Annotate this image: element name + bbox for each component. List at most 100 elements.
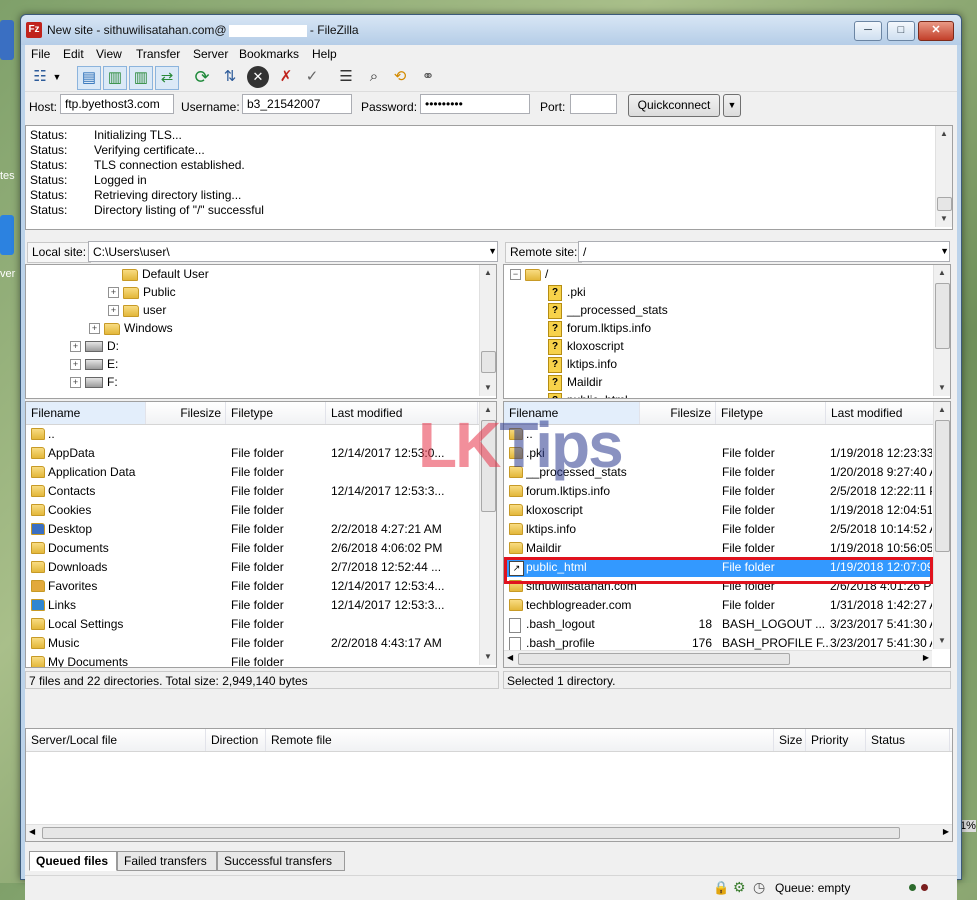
site-manager-icon[interactable]: ☷ <box>29 66 51 88</box>
column-last-modified[interactable]: Last modified <box>826 402 934 424</box>
scroll-right-icon[interactable]: ▶ <box>943 827 949 836</box>
local-path-input[interactable] <box>88 241 498 262</box>
desktop-icon-top[interactable] <box>0 20 14 60</box>
table-row[interactable]: techblogreader.com File folder 1/31/2018 1… <box>504 596 932 615</box>
queue-hscrollbar[interactable]: ◀ ▶ <box>26 824 952 841</box>
remote-path-input[interactable] <box>578 241 950 262</box>
scroll-up-icon[interactable]: ▲ <box>936 126 952 142</box>
local-tree-scroll-thumb[interactable] <box>481 351 496 373</box>
menu-server[interactable]: Server <box>193 47 228 61</box>
expand-icon[interactable]: + <box>70 359 81 371</box>
table-row[interactable]: AppData File folder 12/14/2017 12:53:0... <box>26 444 478 463</box>
maximize-button[interactable]: □ <box>887 21 915 41</box>
desktop-icon-mid[interactable] <box>0 215 14 255</box>
remote-list-scroll-thumb[interactable] <box>935 420 950 552</box>
tree-node[interactable]: + Windows <box>89 319 173 337</box>
table-row[interactable]: My Documents File folder <box>26 653 478 667</box>
queue-hscroll-thumb[interactable] <box>42 827 900 839</box>
tree-node[interactable]: + Public <box>108 283 176 301</box>
table-row[interactable]: Application Data File folder <box>26 463 478 482</box>
tree-node[interactable]: ? kloxoscript <box>548 337 624 355</box>
table-row[interactable]: .bash_logout 18 BASH_LOGOUT ... 3/23/2017 5… <box>504 615 932 634</box>
scroll-down-icon[interactable]: ▼ <box>480 649 496 665</box>
tree-node[interactable]: Default User <box>122 265 209 283</box>
site-manager-dropdown-icon[interactable]: ▼ <box>51 66 63 88</box>
directory-comparison-icon[interactable]: ⌕ <box>363 66 385 88</box>
table-row[interactable]: Maildir File folder 1/19/2018 10:56:05 <box>504 539 932 558</box>
directory-filter-icon[interactable]: ☰ <box>335 66 357 88</box>
table-row[interactable]: Music File folder 2/2/2018 4:43:17 AM <box>26 634 478 653</box>
toggle-remote-tree-icon[interactable]: ▥ <box>129 66 153 90</box>
cancel-operation-icon[interactable]: ✕ <box>247 66 269 88</box>
column-filesize[interactable]: Filesize <box>640 402 716 424</box>
remote-list-scrollbar[interactable]: ▲ ▼ <box>933 402 950 649</box>
host-input[interactable] <box>60 94 174 114</box>
tab-queued-files[interactable]: Queued files <box>29 851 117 871</box>
port-input[interactable] <box>570 94 617 114</box>
remote-path-dropdown-icon[interactable]: ▼ <box>940 246 949 256</box>
column-status[interactable]: Status <box>866 729 950 751</box>
synchronized-browsing-icon[interactable]: ⟲ <box>389 66 411 88</box>
scroll-up-icon[interactable]: ▲ <box>934 402 950 418</box>
scroll-up-icon[interactable]: ▲ <box>480 265 496 281</box>
table-row[interactable]: Desktop File folder 2/2/2018 4:27:21 AM <box>26 520 478 539</box>
tree-node[interactable]: ? __processed_stats <box>548 301 668 319</box>
scroll-down-icon[interactable]: ▼ <box>934 633 950 649</box>
title-bar[interactable]: Fz New site - sithuwilisatahan.com@ - Fi… <box>21 15 961 45</box>
column-filesize[interactable]: Filesize <box>146 402 226 424</box>
column-priority[interactable]: Priority <box>806 729 866 751</box>
column-filename[interactable]: Filename <box>26 402 146 424</box>
column-size[interactable]: Size <box>774 729 806 751</box>
expand-icon[interactable]: + <box>108 287 119 299</box>
reconnect-icon[interactable]: ✓ <box>301 66 323 88</box>
tree-node[interactable]: ?public_html <box>548 391 628 398</box>
table-row[interactable]: Downloads File folder 2/7/2018 12:52:44 ..… <box>26 558 478 577</box>
column-direction[interactable]: Direction <box>206 729 266 751</box>
local-tree-scrollbar[interactable]: ▲ ▼ <box>479 265 496 396</box>
minimize-button[interactable]: ─ <box>854 21 882 41</box>
process-queue-icon[interactable]: ⇅ <box>219 66 241 88</box>
log-scroll-thumb[interactable] <box>937 197 952 211</box>
toggle-message-log-icon[interactable]: ▤ <box>77 66 101 90</box>
table-row[interactable]: forum.lktips.info File folder 2/5/2018 12:… <box>504 482 932 501</box>
table-row[interactable]: Local Settings File folder <box>26 615 478 634</box>
table-row[interactable]: sithuwilisatahan.com File folder 2/6/2018 … <box>504 577 932 596</box>
expand-icon[interactable]: + <box>89 323 100 335</box>
scroll-up-icon[interactable]: ▲ <box>934 265 950 281</box>
tree-node[interactable]: + E: <box>70 355 118 373</box>
tab-successful-transfers[interactable]: Successful transfers <box>217 851 345 871</box>
close-button[interactable]: ✕ <box>918 21 954 41</box>
tree-node[interactable]: + D: <box>70 337 119 355</box>
tree-node[interactable]: − / <box>510 265 548 283</box>
settings-gear-icon[interactable]: ⚙ <box>733 879 746 896</box>
quickconnect-dropdown-button[interactable]: ▼ <box>723 94 741 117</box>
filezilla-app-icon[interactable]: Fz <box>26 22 42 38</box>
search-binoculars-icon[interactable]: ⚭ <box>417 66 439 88</box>
quickconnect-button[interactable]: Quickconnect <box>628 94 720 117</box>
tree-node[interactable]: ? Maildir <box>548 373 602 391</box>
expand-icon[interactable]: + <box>70 377 81 389</box>
scroll-right-icon[interactable]: ▶ <box>923 653 929 662</box>
remote-list-hscrollbar[interactable]: ◀ ▶ <box>504 650 932 667</box>
menu-bookmarks[interactable]: Bookmarks <box>239 47 299 61</box>
table-row-selected[interactable]: ↗ public_html File folder 1/19/2018 12:07:0… <box>504 558 932 577</box>
menu-help[interactable]: Help <box>312 47 337 61</box>
table-row[interactable]: Links File folder 12/14/2017 12:53:3... <box>26 596 478 615</box>
disconnect-icon[interactable]: ✗ <box>275 66 297 88</box>
tree-node[interactable]: ? .pki <box>548 283 586 301</box>
refresh-icon[interactable]: ⟳ <box>191 66 213 88</box>
expand-icon[interactable]: + <box>108 305 119 317</box>
collapse-icon[interactable]: − <box>510 269 521 281</box>
tree-node[interactable]: + F: <box>70 373 118 391</box>
table-row[interactable]: kloxoscript File folder 1/19/2018 12:04:51… <box>504 501 932 520</box>
password-input[interactable] <box>420 94 530 114</box>
scroll-down-icon[interactable]: ▼ <box>936 211 952 227</box>
hscroll-thumb[interactable] <box>518 653 790 665</box>
column-server-local-file[interactable]: Server/Local file <box>26 729 206 751</box>
scroll-down-icon[interactable]: ▼ <box>480 380 496 396</box>
speed-limit-icon[interactable]: ◷ <box>753 879 765 896</box>
toggle-local-tree-icon[interactable]: ▥ <box>103 66 127 90</box>
table-row[interactable]: Favorites File folder 12/14/2017 12:53:4..… <box>26 577 478 596</box>
scroll-left-icon[interactable]: ◀ <box>507 653 513 662</box>
tab-failed-transfers[interactable]: Failed transfers <box>117 851 217 871</box>
